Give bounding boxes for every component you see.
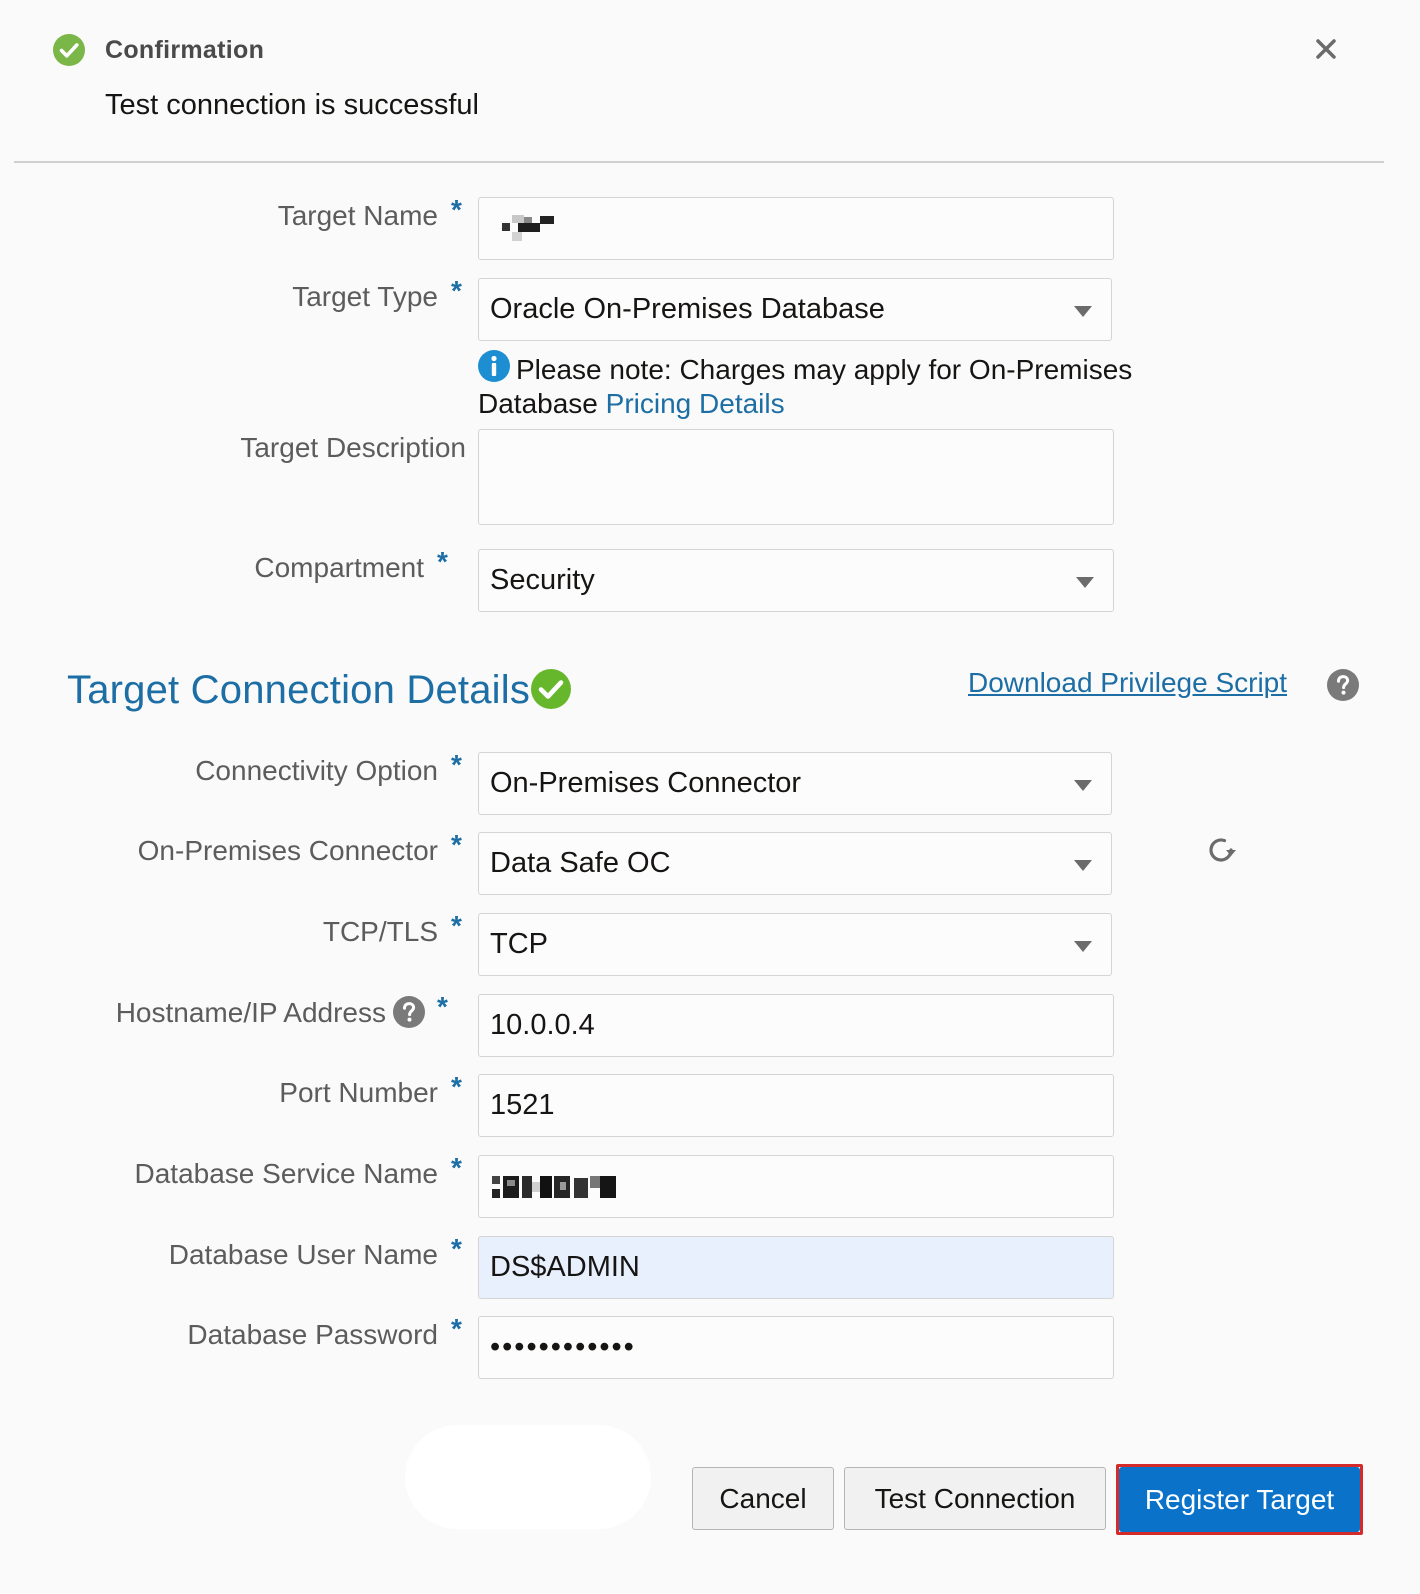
target-type-select[interactable]: Oracle On-Premises Database	[478, 278, 1112, 341]
redacted-value	[502, 214, 554, 241]
dropdown-arrow-icon	[1076, 577, 1094, 588]
connectivity-option-value: On-Premises Connector	[490, 767, 802, 799]
pricing-note: Please note: Charges may apply for On-Pr…	[478, 350, 1178, 421]
blank-overlay	[405, 1425, 651, 1529]
required-mark: *	[451, 749, 462, 780]
required-mark: *	[451, 910, 462, 941]
required-mark: *	[451, 1152, 462, 1183]
test-connection-button[interactable]: Test Connection	[844, 1467, 1106, 1530]
divider	[14, 161, 1384, 163]
required-mark: *	[451, 275, 462, 306]
connectivity-option-select[interactable]: On-Premises Connector	[478, 752, 1112, 815]
register-target-button[interactable]: Register Target	[1119, 1467, 1360, 1532]
help-icon[interactable]	[1327, 669, 1359, 701]
required-mark: *	[451, 829, 462, 860]
required-mark: *	[451, 1233, 462, 1264]
connector-label: On-Premises Connector	[137, 835, 438, 866]
required-mark: *	[451, 194, 462, 225]
info-icon	[478, 350, 510, 382]
tcp-tls-value: TCP	[490, 928, 548, 960]
compartment-value: Security	[490, 564, 595, 596]
user-name-input[interactable]: DS$ADMIN	[478, 1236, 1114, 1299]
service-name-label: Database Service Name	[134, 1158, 438, 1189]
dropdown-arrow-icon	[1074, 780, 1092, 791]
password-label: Database Password	[187, 1319, 438, 1350]
close-icon[interactable]	[1310, 33, 1342, 65]
dropdown-arrow-icon	[1074, 306, 1092, 317]
target-type-value: Oracle On-Premises Database	[490, 293, 885, 325]
pricing-details-link[interactable]: Pricing Details	[606, 388, 785, 419]
tcp-tls-select[interactable]: TCP	[478, 913, 1112, 976]
confirmation-title: Confirmation	[105, 36, 265, 64]
hostname-input[interactable]: 10.0.0.4	[478, 994, 1114, 1057]
success-check-icon	[53, 34, 85, 66]
password-input[interactable]: ••••••••••••	[478, 1316, 1114, 1379]
hostname-label: Hostname/IP Address	[115, 997, 386, 1028]
required-mark: *	[451, 1313, 462, 1344]
confirmation-message: Test connection is successful	[105, 89, 479, 121]
target-type-label: Target Type	[292, 281, 438, 312]
compartment-select[interactable]: Security	[478, 549, 1114, 612]
port-input[interactable]: 1521	[478, 1074, 1114, 1137]
section-title: Target Connection Details	[67, 668, 531, 712]
connector-value: Data Safe OC	[490, 847, 671, 879]
success-check-icon	[531, 669, 571, 709]
tcp-tls-label: TCP/TLS	[322, 916, 438, 947]
redacted-value	[492, 1175, 616, 1198]
target-description-textarea[interactable]	[478, 429, 1114, 525]
dropdown-arrow-icon	[1074, 860, 1092, 871]
pricing-note-text: Please note: Charges may apply for On-Pr…	[478, 354, 1133, 419]
compartment-label: Compartment	[254, 552, 424, 583]
help-icon[interactable]	[393, 996, 425, 1028]
download-privilege-script-link[interactable]: Download Privilege Script	[968, 667, 1287, 699]
target-description-label: Target Description	[240, 432, 466, 463]
user-name-label: Database User Name	[168, 1239, 438, 1270]
register-target-highlight: Register Target	[1116, 1464, 1363, 1535]
target-name-label: Target Name	[277, 200, 438, 231]
refresh-icon[interactable]	[1204, 833, 1238, 867]
target-name-input[interactable]	[478, 197, 1114, 260]
required-mark: *	[437, 546, 448, 577]
connector-select[interactable]: Data Safe OC	[478, 832, 1112, 895]
required-mark: *	[451, 1071, 462, 1102]
port-label: Port Number	[279, 1077, 438, 1108]
service-name-input[interactable]	[478, 1155, 1114, 1218]
required-mark: *	[437, 991, 448, 1022]
connectivity-option-label: Connectivity Option	[195, 755, 438, 786]
dropdown-arrow-icon	[1074, 941, 1092, 952]
cancel-button[interactable]: Cancel	[692, 1467, 834, 1530]
